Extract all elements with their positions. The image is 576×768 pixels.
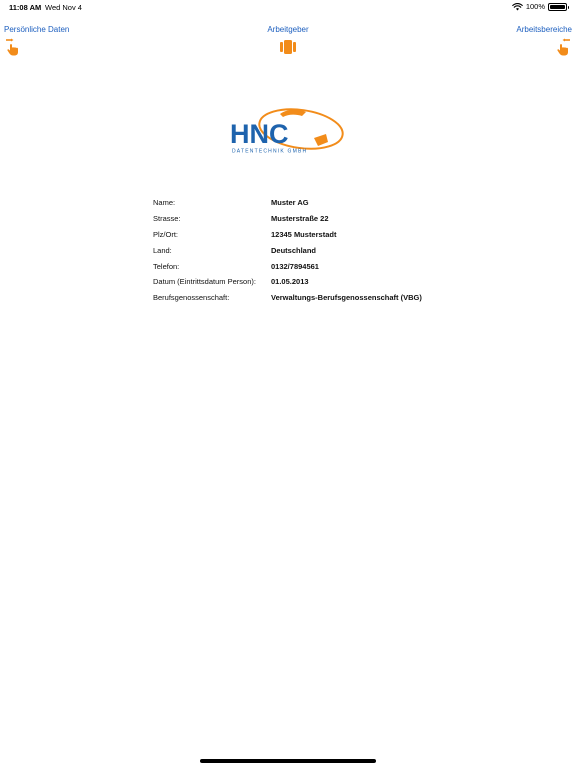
row-value: 12345 Musterstadt xyxy=(271,229,337,239)
logo-text: HNC xyxy=(230,119,289,149)
table-row: Datum (Eintrittsdatum Person): 01.05.201… xyxy=(153,274,422,290)
nav-arbeitgeber[interactable]: Arbeitgeber xyxy=(0,25,576,56)
nav-arbeitsbereiche[interactable]: Arbeitsbereiche xyxy=(516,25,572,56)
row-value: 01.05.2013 xyxy=(271,277,309,287)
status-date: Wed Nov 4 xyxy=(45,3,82,12)
battery-icon xyxy=(548,2,569,11)
table-row: Plz/Ort: 12345 Musterstadt xyxy=(153,227,422,243)
row-label: Plz/Ort: xyxy=(153,229,179,239)
status-bar: 11:08 AM Wed Nov 4 100% xyxy=(0,0,576,14)
row-value: 0132/7894561 xyxy=(271,261,319,271)
row-value: Muster AG xyxy=(271,198,309,208)
battery-percent: 100% xyxy=(525,2,545,11)
employer-table: Name: Muster AG Strasse: Musterstraße 22… xyxy=(153,195,422,306)
table-row: Strasse: Musterstraße 22 xyxy=(153,211,422,227)
row-value: Deutschland xyxy=(271,245,317,255)
logo-subtitle: DATENTECHNIK GMBH xyxy=(232,149,307,155)
swipe-left-hand-icon xyxy=(557,38,570,56)
row-label: Strasse: xyxy=(153,214,181,224)
row-label: Berufsgenossenschaft: xyxy=(153,293,230,303)
table-row: Land: Deutschland xyxy=(153,242,422,258)
home-indicator[interactable] xyxy=(200,759,376,763)
status-right: 100% xyxy=(512,2,569,11)
row-label: Telefon: xyxy=(153,261,180,271)
row-value: Musterstraße 22 xyxy=(271,214,329,224)
nav-center-label: Arbeitgeber xyxy=(267,25,309,34)
center-indicator-icon xyxy=(280,40,296,54)
wifi-icon xyxy=(512,2,523,10)
row-label: Name: xyxy=(153,198,176,208)
row-label: Datum (Eintrittsdatum Person): xyxy=(153,277,256,287)
table-row: Berufsgenossenschaft: Verwaltungs-Berufs… xyxy=(153,290,422,306)
status-time: 11:08 AM xyxy=(9,3,42,12)
table-row: Name: Muster AG xyxy=(153,195,422,211)
table-row: Telefon: 0132/7894561 xyxy=(153,258,422,274)
nav-right-label: Arbeitsbereiche xyxy=(516,25,572,34)
hnc-logo: HNC DATENTECHNIK GMBH xyxy=(230,108,344,155)
row-label: Land: xyxy=(153,245,172,255)
row-value: Verwaltungs-Berufsgenossenschaft (VBG) xyxy=(271,293,422,303)
